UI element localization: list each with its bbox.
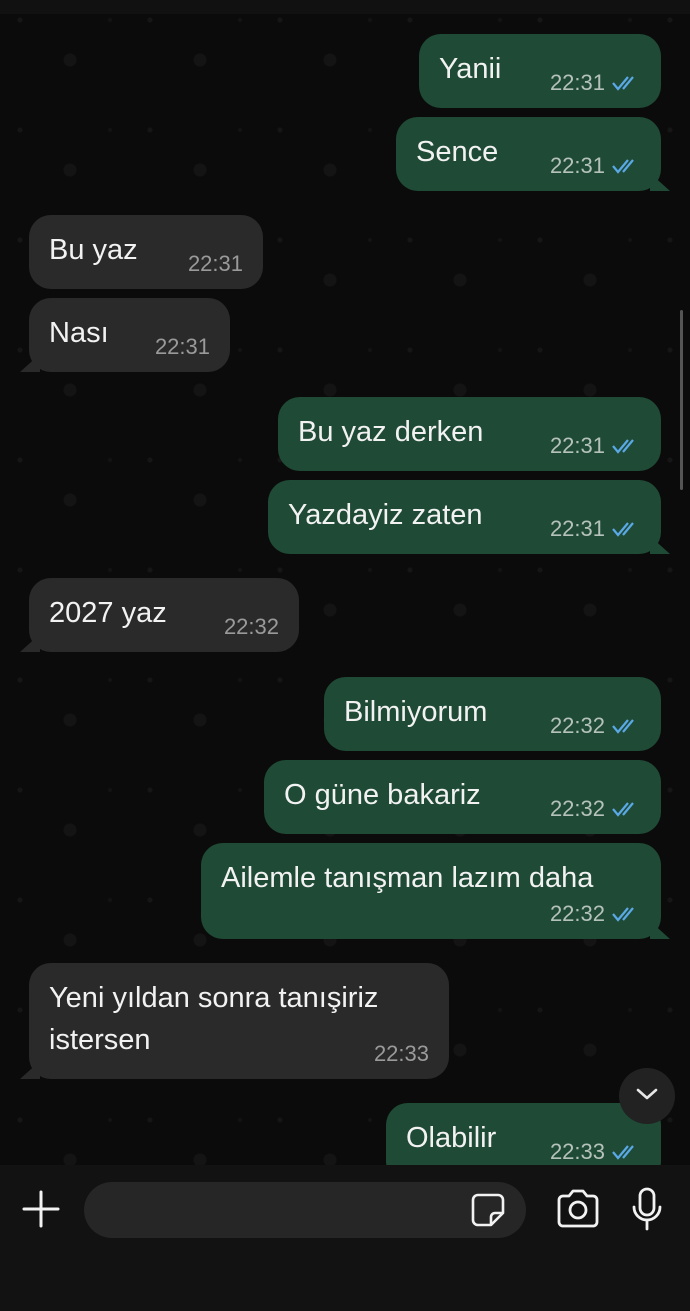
message-bubble-outgoing[interactable]: Ailemle tanışman lazım daha 22:32 (201, 843, 661, 939)
sticker-icon[interactable] (470, 1192, 506, 1228)
message-text: O güne bakariz (284, 779, 481, 811)
message-bubble-incoming[interactable]: Bu yaz 22:31 (29, 215, 263, 289)
message-meta: 22:31 (550, 66, 641, 100)
message-meta: 22:32 (550, 709, 641, 743)
message-bubble-outgoing[interactable]: Bu yaz derken 22:31 (278, 397, 661, 471)
double-check-icon (611, 520, 641, 538)
message-meta: 22:31 (550, 149, 641, 183)
message-text: Bilmiyorum (344, 696, 488, 728)
message-text: Yanii (439, 53, 502, 85)
message-time: 22:33 (549, 1139, 605, 1164)
message-bubble-outgoing[interactable]: Sence 22:31 (396, 117, 661, 191)
message-time: 22:33 (373, 1041, 429, 1066)
plus-icon[interactable] (20, 1188, 62, 1230)
message-meta: 22:31 (155, 330, 210, 364)
message-meta: 22:31 (550, 429, 641, 463)
message-text: 2027 yaz (49, 597, 167, 629)
double-check-icon (611, 800, 641, 818)
message-time: 22:31 (549, 433, 605, 458)
message-meta: 22:32 (550, 897, 641, 931)
message-time: 22:32 (549, 796, 605, 821)
double-check-icon (611, 717, 641, 735)
message-meta: 22:33 (374, 1037, 429, 1071)
message-text: Bu yaz (49, 234, 138, 266)
mic-icon[interactable] (630, 1186, 664, 1232)
scroll-down-button[interactable] (619, 1068, 675, 1124)
message-time: 22:31 (549, 153, 605, 178)
message-meta: 22:31 (188, 247, 243, 281)
message-meta: 22:31 (550, 512, 641, 546)
message-bubble-incoming[interactable]: Nası 22:31 (29, 298, 230, 372)
message-meta: 22:32 (550, 792, 641, 826)
double-check-icon (611, 905, 641, 923)
message-bubble-outgoing[interactable]: Yazdayiz zaten 22:31 (268, 480, 661, 554)
chat-area[interactable]: Yanii 22:31 Sence 22:31 Bu yaz 22:31 Nas… (0, 0, 690, 1165)
message-time: 22:32 (223, 614, 279, 639)
message-text: Bu yaz derken (298, 416, 484, 448)
message-text: Ailemle tanışman lazım daha (221, 862, 594, 894)
camera-icon[interactable] (555, 1188, 601, 1230)
message-text: Olabilir (406, 1122, 497, 1154)
message-time: 22:31 (549, 70, 605, 95)
message-time: 22:31 (187, 251, 243, 276)
double-check-icon (611, 157, 641, 175)
message-time: 22:31 (549, 516, 605, 541)
message-time: 22:31 (154, 334, 210, 359)
message-bubble-outgoing[interactable]: O güne bakariz 22:32 (264, 760, 661, 834)
message-meta: 22:32 (224, 610, 279, 644)
chevron-down-icon (635, 1086, 659, 1107)
message-text: Sence (416, 136, 499, 168)
double-check-icon (611, 1143, 641, 1161)
message-text: Yazdayiz zaten (288, 499, 483, 531)
message-input[interactable] (84, 1182, 526, 1238)
message-time: 22:32 (549, 901, 605, 926)
double-check-icon (611, 437, 641, 455)
top-bar (0, 0, 690, 14)
message-bubble-outgoing[interactable]: Bilmiyorum 22:32 (324, 677, 661, 751)
double-check-icon (611, 74, 641, 92)
scrollbar[interactable] (680, 310, 683, 490)
message-meta: 22:33 (550, 1135, 641, 1165)
message-text: Nası (49, 317, 109, 349)
message-bubble-incoming[interactable]: 2027 yaz 22:32 (29, 578, 299, 652)
message-time: 22:32 (549, 713, 605, 738)
message-bubble-outgoing[interactable]: Olabilir 22:33 (386, 1103, 661, 1165)
message-bubble-outgoing[interactable]: Yanii 22:31 (419, 34, 661, 108)
message-text: Yeni yıldan sonra tanışiriz (49, 982, 379, 1014)
message-bubble-incoming[interactable]: Yeni yıldan sonra tanışiriz istersen 22:… (29, 963, 449, 1079)
message-text-line2: istersen (49, 1024, 151, 1056)
